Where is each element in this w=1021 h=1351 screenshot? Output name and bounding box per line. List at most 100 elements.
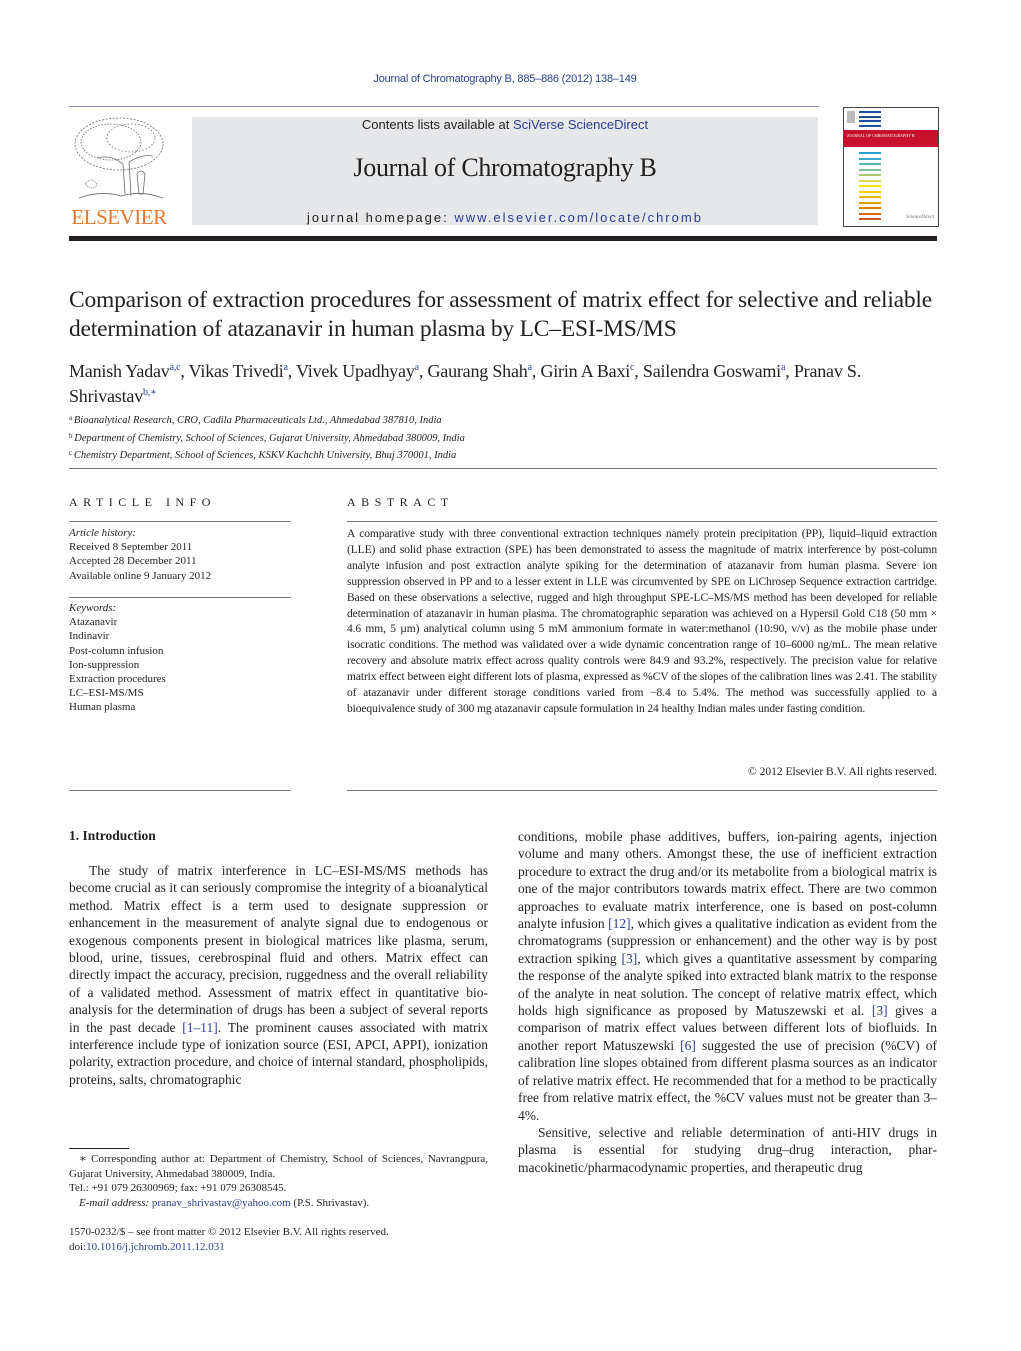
abstract-copyright: © 2012 Elsevier B.V. All rights reserved… [748,766,937,778]
author-separator: , [287,361,297,381]
author-name[interactable]: Vivek Upadhyay [296,361,415,381]
affiliation-text: Bioanalytical Research, CRO, Cadila Phar… [73,415,442,426]
keyword-item: Post-column infusion [69,644,164,657]
cover-stripe [859,218,881,220]
doi-line: doi:10.1016/j.jchromb.2011.12.031 [69,1240,389,1255]
contents-availability: Contents lists available at SciVerse Sci… [192,117,818,132]
affiliation-item: c Chemistry Department, School of Scienc… [69,446,465,464]
cover-stripe [859,201,881,204]
citation-link[interactable]: [6] [680,1038,696,1053]
email-link[interactable]: pranav_shrivastav@yahoo.com [152,1197,291,1209]
article-history-label: Article history: [69,527,136,539]
history-online: Available online 9 January 2012 [69,569,212,582]
keywords-divider [69,597,291,598]
cover-stripe [859,120,881,122]
affiliation-text: Department of Chemistry, School of Scien… [74,432,465,444]
author-separator: , [785,361,794,381]
citation-link[interactable]: [1–11] [182,1020,218,1035]
abstract-heading: ABSTRACT [347,495,454,509]
contact-phone-fax: Tel.: +91 079 26300969; fax: +91 079 263… [69,1182,287,1194]
keywords: Keywords: Atazanavir Indinavir Post-colu… [69,601,291,715]
keyword-item: Human plasma [69,701,136,714]
abstract-text: A comparative study with three conventio… [347,528,937,715]
keyword-item: Extraction procedures [69,673,166,686]
abstract-bottom-divider [347,790,937,791]
author-affiliation-marker[interactable]: b,∗ [143,387,157,398]
elsevier-tree-icon [74,117,164,199]
cover-stripe [859,115,881,118]
elsevier-logo[interactable]: ELSEVIER [69,112,169,230]
article-history: Article history: Received 8 September 20… [69,526,291,583]
cover-stripe [859,174,881,176]
cover-stripe [859,111,881,113]
author-separator: , [180,361,189,381]
article-info-bottom-divider [69,790,291,791]
article-title: Comparison of extraction procedures for … [69,287,932,342]
journal-title: Journal of Chromatography B [353,153,657,182]
cover-logo-icon [847,111,855,123]
author-affiliation-marker[interactable]: a,c [170,362,181,373]
keyword-item: Atazanavir [69,616,118,629]
cover-title-band: JOURNAL OF CHROMATOGRAPHY B [844,130,938,147]
author-name[interactable]: Vikas Trivedi [189,361,284,381]
keyword-item: Indinavir [69,630,110,643]
cover-stripe [859,207,881,209]
front-matter: 1570-0232/$ – see front matter © 2012 El… [69,1225,389,1255]
affiliation-item: a Bioanalytical Research, CRO, Cadila Ph… [69,411,465,429]
homepage-prefix: journal homepage: [307,210,455,225]
cover-stripe [859,196,881,198]
cover-publisher-mark: ScienceDirect [906,215,934,220]
sciencedirect-link[interactable]: SciVerse ScienceDirect [513,117,648,132]
footnote-divider [69,1148,129,1149]
homepage-link[interactable]: www.elsevier.com/locate/chromb [454,210,703,225]
cover-stripe [859,157,881,160]
author-name[interactable]: Girin A Baxi [540,361,630,381]
affiliation-list: a Bioanalytical Research, CRO, Cadila Ph… [69,411,465,464]
history-accepted: Accepted 28 December 2011 [69,555,197,568]
journal-cover-thumbnail[interactable]: JOURNAL OF CHROMATOGRAPHY B ScienceDirec… [843,107,939,227]
cover-stripe [859,190,881,193]
email-line: E-mail address: pranav_shrivastav@yahoo.… [69,1196,488,1211]
author-list: Manish Yadava,c, Vikas Trivedia, Vivek U… [69,357,949,407]
cover-band-text: JOURNAL OF CHROMATOGRAPHY B [847,133,915,138]
author-name[interactable]: Sailendra Goswami [643,361,781,381]
header-divider [69,106,819,107]
article-info-divider [69,521,291,522]
author-name[interactable]: Gaurang Shah [428,361,528,381]
keywords-label: Keywords: [69,602,117,614]
doi-link[interactable]: 10.1016/j.jchromb.2011.12.031 [86,1241,225,1253]
intro-paragraph: The study of matrix interference in LC–E… [69,862,488,1088]
author-separator: , [418,361,428,381]
elsevier-wordmark: ELSEVIER [71,205,167,229]
article-info-heading: ARTICLE INFO [69,495,216,509]
cover-stripe [859,163,881,165]
section-heading-introduction: 1. Introduction [69,828,156,843]
cover-stripe [859,185,881,187]
cover-stripe [859,212,881,215]
body-column-left: The study of matrix interference in LC–E… [69,862,488,1088]
intro-paragraph-continued: conditions, mobile phase additives, buff… [518,828,937,1124]
citation-link[interactable]: [3] [872,1003,888,1018]
title-divider [69,468,937,469]
intro-paragraph: Sensitive, selective and reliable determ… [518,1124,937,1175]
journal-homepage: journal homepage: www.elsevier.com/locat… [192,210,818,225]
citation-link[interactable]: [12] [608,916,631,931]
keyword-item: Ion-suppression [69,658,140,671]
cover-stripe [859,124,881,127]
cover-stripe [859,179,881,182]
running-header[interactable]: Journal of Chromatography B, 885–886 (20… [0,73,1010,85]
doi-prefix: doi: [69,1241,87,1253]
citation-link[interactable]: [3] [621,951,637,966]
body-column-right: conditions, mobile phase additives, buff… [518,828,937,1176]
affiliation-text: Chemistry Department, School of Sciences… [73,450,457,461]
history-received: Received 8 September 2011 [69,541,193,554]
issn-line: 1570-0232/$ – see front matter © 2012 El… [69,1226,389,1238]
corresponding-author-footnote: ∗ Corresponding author at: Department of… [69,1152,488,1210]
email-suffix: (P.S. Shrivastav). [290,1196,370,1209]
author-name[interactable]: Manish Yadav [69,361,170,381]
contents-prefix: Contents lists available at [361,117,513,132]
keyword-item: LC–ESI-MS/MS [69,687,144,700]
journal-banner: Contents lists available at SciVerse Sci… [192,117,818,225]
affiliation-item: b Department of Chemistry, School of Sci… [69,429,465,447]
email-label: E-mail address: [79,1196,152,1209]
